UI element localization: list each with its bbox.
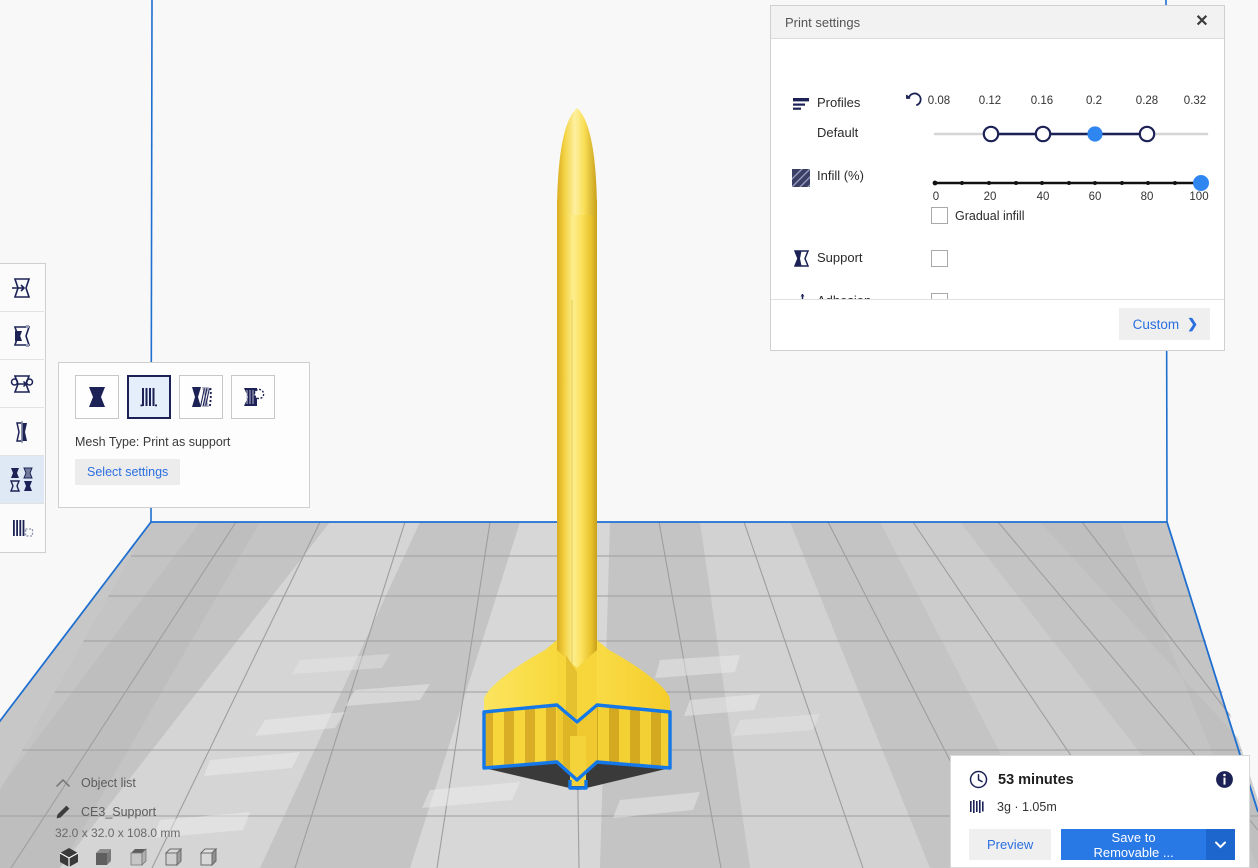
print-info-panel: 53 minutes 3g · 1.05m Preview Save to Re…	[950, 755, 1250, 868]
per-model-settings-tool[interactable]	[0, 456, 44, 504]
tool-toolbar	[0, 263, 46, 553]
scale-icon	[9, 323, 35, 349]
filament-icon	[969, 798, 986, 815]
print-settings-header: Print settings ✕	[771, 6, 1224, 39]
print-time-row: 53 minutes	[969, 770, 1235, 789]
support-icon	[793, 250, 810, 267]
print-settings-panel: Print settings ✕ Profiles Default 0.08 0…	[770, 5, 1225, 351]
custom-settings-button[interactable]: Custom ❯	[1119, 308, 1210, 340]
print-settings-title: Print settings	[785, 15, 1192, 30]
chevron-down-icon	[1213, 837, 1228, 852]
move-tool[interactable]	[0, 264, 44, 312]
material-value: 3g · 1.05m	[997, 800, 1057, 814]
mirror-icon	[9, 419, 35, 445]
infill-slider[interactable]	[929, 170, 1219, 196]
view-right-icon[interactable]	[198, 846, 220, 868]
print-as-support-icon	[135, 383, 163, 411]
view-3d-icon[interactable]	[58, 846, 80, 868]
mesh-type-label: Mesh Type: Print as support	[75, 435, 309, 449]
reset-arrow-icon[interactable]	[902, 92, 922, 112]
scale-tool[interactable]	[0, 312, 44, 360]
object-list-panel: Object list CE3_Support 32.0 x 32.0 x 10…	[55, 768, 315, 840]
modify-settings-overlaps-button[interactable]	[179, 375, 223, 419]
profile-tick-2: 0.16	[1031, 95, 1053, 107]
quality-slider-handle	[1087, 126, 1102, 141]
infill-tick-1: 20	[984, 191, 997, 203]
mesh-type-options	[75, 375, 309, 419]
profiles-value: Default	[817, 125, 858, 140]
pencil-icon	[55, 804, 71, 820]
object-name: CE3_Support	[81, 805, 156, 819]
profiles-label: Profiles	[817, 95, 860, 110]
chevron-right-icon: ❯	[1187, 316, 1198, 332]
infill-tick-2: 40	[1037, 191, 1050, 203]
select-settings-button[interactable]: Select settings	[75, 459, 180, 485]
infill-icon	[792, 169, 810, 187]
preview-button[interactable]: Preview	[969, 829, 1051, 860]
modify-settings-overlaps-icon	[187, 383, 215, 411]
rotate-icon	[9, 371, 35, 397]
infill-label: Infill (%)	[817, 168, 864, 183]
infill-slider-handle	[1193, 175, 1209, 191]
close-icon[interactable]: ✕	[1192, 12, 1212, 32]
chevron-up-icon	[55, 775, 71, 791]
cura-application-window: Mesh Type: Print as support Select setti…	[0, 0, 1258, 868]
print-settings-body: Profiles Default 0.08 0.12 0.16 0.2 0.28…	[771, 39, 1224, 301]
material-row: 3g · 1.05m	[969, 798, 1235, 815]
print-as-support-button[interactable]	[127, 375, 171, 419]
print-settings-footer: Custom ❯	[771, 299, 1224, 350]
normal-model-button[interactable]	[75, 375, 119, 419]
quality-slider[interactable]	[931, 121, 1211, 147]
object-list-label: Object list	[81, 776, 136, 790]
support-checkbox[interactable]	[931, 250, 948, 267]
view-left-icon[interactable]	[163, 846, 185, 868]
save-dropdown-button[interactable]	[1206, 829, 1235, 860]
dont-support-overlaps-button[interactable]	[231, 375, 275, 419]
view-front-icon[interactable]	[93, 846, 115, 868]
support-blocker-tool[interactable]	[0, 504, 44, 552]
profile-tick-3: 0.2	[1086, 95, 1102, 107]
infill-tick-3: 60	[1089, 191, 1102, 203]
info-icon[interactable]	[1215, 770, 1234, 789]
profiles-icon	[792, 96, 810, 114]
object-dimensions: 32.0 x 32.0 x 108.0 mm	[55, 826, 315, 840]
infill-tick-4: 80	[1141, 191, 1154, 203]
mesh-type-popup: Mesh Type: Print as support Select setti…	[58, 362, 310, 508]
profile-tick-5: 0.32	[1184, 95, 1206, 107]
dont-support-overlaps-icon	[239, 383, 267, 411]
view-mode-icons	[58, 846, 220, 868]
object-list-header[interactable]: Object list	[55, 768, 315, 797]
rotate-tool[interactable]	[0, 360, 44, 408]
move-icon	[9, 275, 35, 301]
infill-tick-5: 100	[1189, 191, 1208, 203]
view-top-icon[interactable]	[128, 846, 150, 868]
list-item[interactable]: CE3_Support	[55, 797, 315, 826]
custom-label: Custom	[1133, 317, 1180, 332]
normal-model-icon	[83, 383, 111, 411]
gradual-infill-checkbox[interactable]	[931, 207, 948, 224]
gradual-infill-label: Gradual infill	[955, 209, 1024, 223]
save-to-removable-button[interactable]: Save to Removable ...	[1061, 829, 1206, 860]
mirror-tool[interactable]	[0, 408, 44, 456]
support-label: Support	[817, 250, 863, 265]
profile-tick-0: 0.08	[928, 95, 950, 107]
profile-tick-4: 0.28	[1136, 95, 1158, 107]
print-time-value: 53 minutes	[998, 772, 1074, 788]
clock-icon	[969, 770, 988, 789]
profile-tick-1: 0.12	[979, 95, 1001, 107]
per-model-settings-icon	[7, 465, 37, 495]
support-blocker-icon	[9, 515, 35, 541]
print-info-actions: Preview Save to Removable ...	[969, 829, 1235, 860]
infill-tick-0: 0	[933, 191, 939, 203]
